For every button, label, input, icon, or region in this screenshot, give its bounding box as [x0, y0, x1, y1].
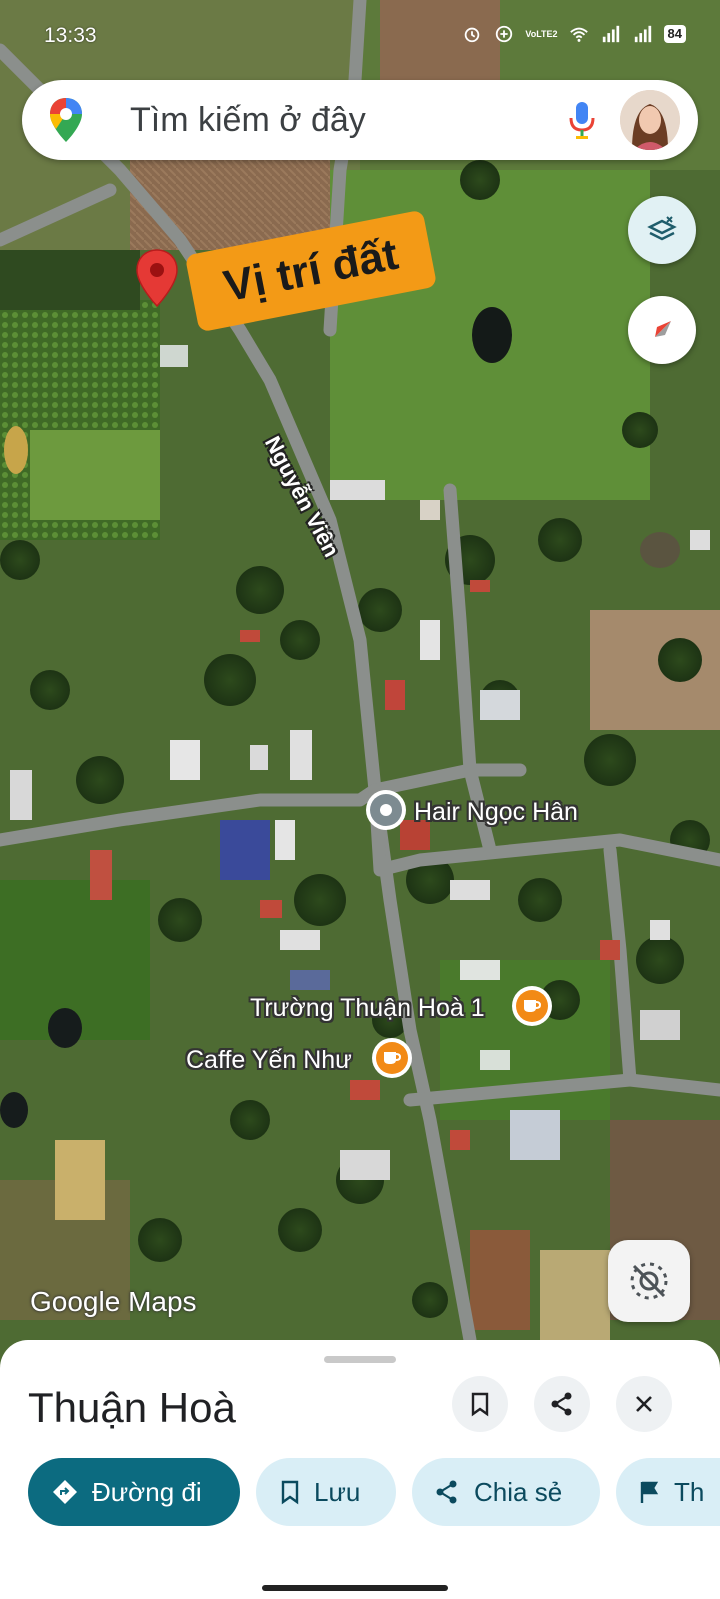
cafe-icon[interactable]	[372, 1038, 412, 1078]
alarm-icon	[465, 27, 480, 43]
action-chips: Đường đi Lưu Chia sẻ Th	[28, 1458, 720, 1528]
place-dot-icon	[380, 804, 392, 816]
compass-icon	[653, 321, 671, 339]
place-pin-icon[interactable]	[366, 790, 406, 830]
more-label: Th	[674, 1476, 705, 1507]
layers-button[interactable]	[628, 196, 696, 264]
poi-label-caffe-yen-nhu[interactable]: Caffe Yến Như	[186, 1046, 352, 1075]
volte-icon: VoLTE2	[525, 28, 558, 39]
close-button[interactable]	[616, 1376, 672, 1432]
place-title: Thuận Hoà	[28, 1384, 236, 1431]
directions-icon	[53, 1480, 77, 1504]
share-icon	[551, 1392, 572, 1416]
cup-icon	[524, 1000, 542, 1012]
bookmark-icon	[471, 1392, 489, 1417]
search-bar[interactable]: Tìm kiếm ở đây	[22, 80, 698, 160]
more-button[interactable]: Th	[616, 1458, 720, 1526]
share-icon	[436, 1480, 457, 1504]
sheet-drag-handle[interactable]	[324, 1356, 396, 1363]
poi-label-truong-thuan-hoa[interactable]: Trường Thuận Hoà 1	[250, 994, 485, 1023]
signal-icon-2	[634, 25, 651, 43]
cup-icon	[384, 1052, 402, 1064]
location-disabled-icon	[630, 1262, 668, 1300]
compass-button[interactable]	[628, 296, 696, 364]
avatar[interactable]	[620, 90, 680, 150]
wifi-icon	[569, 27, 588, 42]
search-input[interactable]: Tìm kiếm ở đây	[130, 101, 366, 140]
data-saver-icon	[496, 25, 513, 43]
layers-icon	[647, 216, 677, 241]
signal-icon	[602, 25, 619, 43]
my-location-button[interactable]	[608, 1240, 690, 1322]
status-time: 13:33	[44, 24, 97, 47]
place-bottom-sheet[interactable]: Thuận Hoà Đường đi Lưu Chia sẻ Th	[0, 1340, 720, 1599]
google-maps-pin-icon	[50, 98, 82, 142]
save-label: Lưu	[314, 1476, 361, 1507]
status-icons: VoLTE2 84	[461, 24, 686, 44]
close-icon	[636, 1396, 652, 1412]
share-icon-button[interactable]	[534, 1376, 590, 1432]
bookmark-icon	[281, 1480, 299, 1505]
directions-label: Đường đi	[92, 1476, 202, 1507]
satellite-imagery	[0, 0, 720, 1400]
gesture-nav-bar[interactable]	[262, 1585, 448, 1591]
mic-icon[interactable]	[567, 98, 597, 142]
share-button[interactable]: Chia sẻ	[412, 1458, 600, 1526]
battery-icon: 84	[663, 25, 686, 43]
flag-icon	[640, 1481, 659, 1503]
status-bar: 13:33 VoLTE2 84	[0, 0, 720, 72]
profile-photo	[620, 90, 680, 150]
save-icon-button[interactable]	[452, 1376, 508, 1432]
map-view[interactable]: 13:33 VoLTE2 84 Tìm kiếm ở đây Vị trí đấ…	[0, 0, 720, 1400]
directions-button[interactable]: Đường đi	[28, 1458, 240, 1526]
save-button[interactable]: Lưu	[256, 1458, 396, 1526]
location-pin-icon[interactable]	[134, 248, 180, 312]
google-maps-watermark: Google Maps	[30, 1286, 197, 1317]
poi-label-hair-ngoc-han[interactable]: Hair Ngọc Hân	[414, 798, 578, 827]
share-label: Chia sẻ	[474, 1476, 563, 1507]
cafe-icon[interactable]	[512, 986, 552, 1026]
